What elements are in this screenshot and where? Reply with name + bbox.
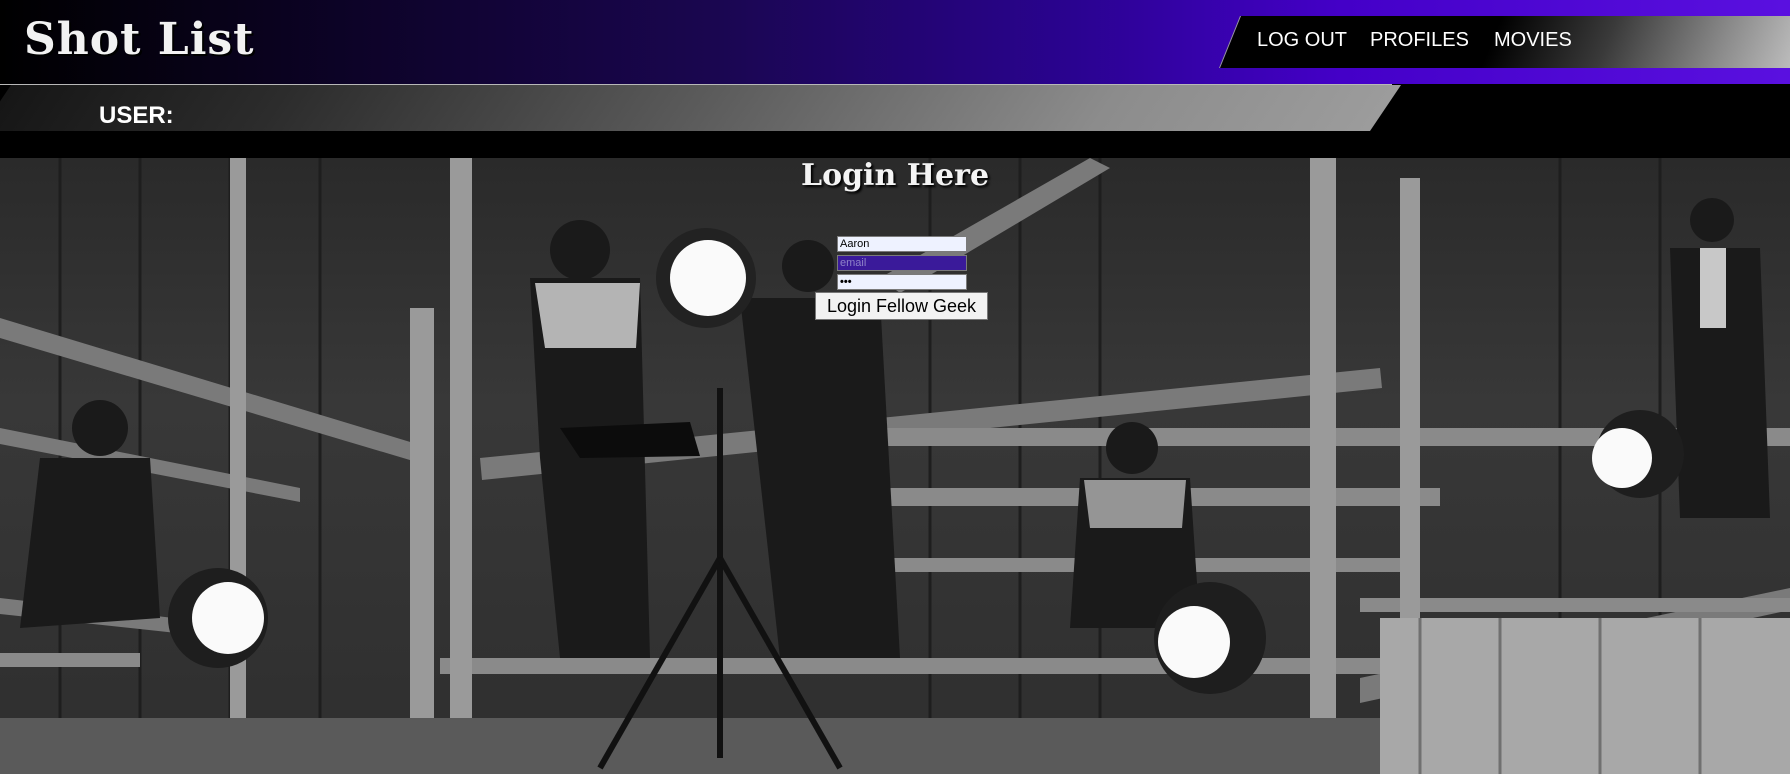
login-title: Login Here bbox=[800, 158, 990, 193]
app-title: Shot List bbox=[24, 14, 255, 65]
nav-logout-link[interactable]: LOG OUT bbox=[1257, 29, 1347, 52]
nav-profiles-link[interactable]: PROFILES bbox=[1370, 29, 1469, 52]
user-bar bbox=[0, 85, 1402, 131]
nav-movies-link[interactable]: MOVIES bbox=[1494, 29, 1572, 52]
login-button[interactable]: Login Fellow Geek bbox=[815, 292, 988, 320]
password-input[interactable] bbox=[837, 274, 967, 290]
username-input[interactable] bbox=[837, 236, 967, 252]
user-label: USER: bbox=[99, 102, 174, 129]
email-input[interactable] bbox=[837, 255, 967, 271]
